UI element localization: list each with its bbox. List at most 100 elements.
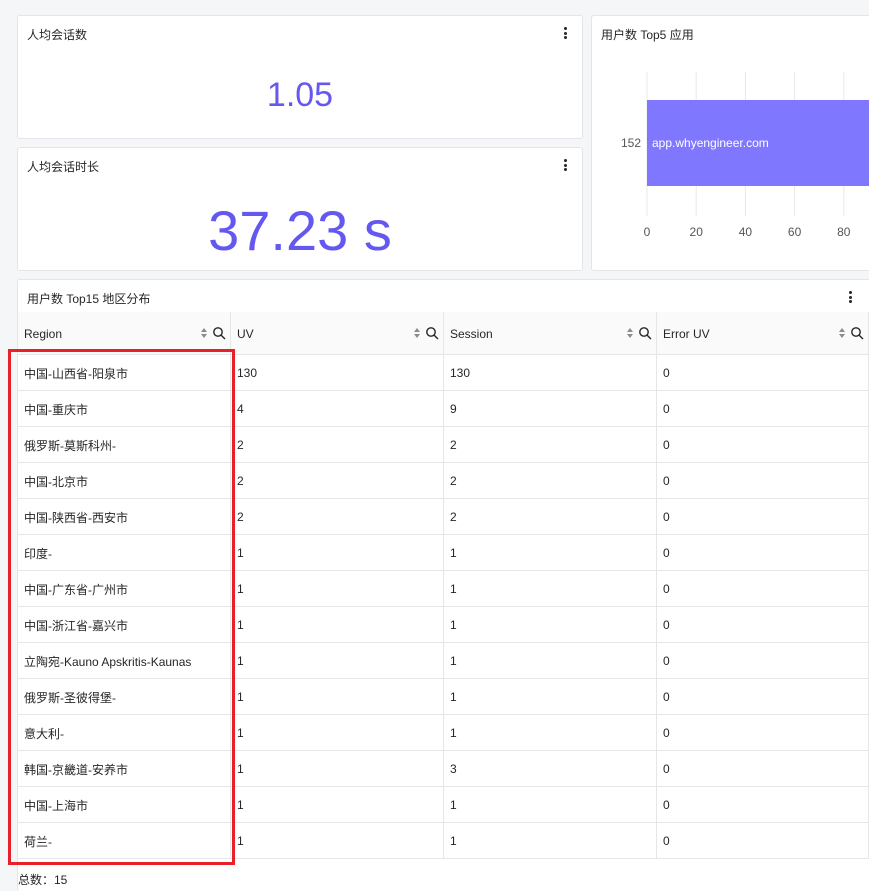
table-row[interactable]: 印度- 1 1 0 — [18, 535, 869, 571]
cell-session: 1 — [444, 715, 657, 751]
cell-session: 1 — [444, 643, 657, 679]
more-vertical-icon[interactable] — [844, 289, 856, 305]
column-header-uv[interactable]: UV — [231, 312, 444, 355]
total-count: 总数：15 — [18, 873, 68, 887]
cell-region: 中国-陕西省-西安市 — [18, 499, 231, 535]
x-tick-label: 40 — [739, 225, 753, 239]
table-row[interactable]: 中国-山西省-阳泉市 130 130 0 — [18, 355, 869, 391]
bar-label: app.whyengineer.com — [652, 136, 769, 150]
table-header: Region UV Session Error UV — [18, 312, 869, 355]
cell-error-uv: 0 — [657, 463, 869, 499]
cell-session: 1 — [444, 571, 657, 607]
cell-uv: 1 — [231, 571, 444, 607]
card-title: 人均会话时长 — [27, 160, 100, 174]
cell-region: 中国-重庆市 — [18, 391, 231, 427]
sort-icon[interactable] — [626, 327, 634, 339]
table-row[interactable]: 中国-陕西省-西安市 2 2 0 — [18, 499, 869, 535]
search-icon[interactable] — [638, 326, 652, 340]
cell-session: 1 — [444, 607, 657, 643]
cell-session: 2 — [444, 427, 657, 463]
cell-uv: 1 — [231, 715, 444, 751]
top-apps-chart-card: 用户数 Top5 应用 0 20 40 60 80 152 app.whyengineer.… — [591, 15, 869, 271]
cell-region: 荷兰- — [18, 823, 231, 859]
cell-error-uv: 0 — [657, 427, 869, 463]
search-icon[interactable] — [850, 326, 864, 340]
cell-region: 俄罗斯-圣彼得堡- — [18, 679, 231, 715]
cell-session: 1 — [444, 823, 657, 859]
cell-session: 2 — [444, 499, 657, 535]
table-row[interactable]: 中国-重庆市 4 9 0 — [18, 391, 869, 427]
card-title: 人均会话数 — [27, 28, 88, 42]
cell-uv: 2 — [231, 427, 444, 463]
cell-session: 1 — [444, 679, 657, 715]
table-row[interactable]: 中国-浙江省-嘉兴市 1 1 0 — [18, 607, 869, 643]
table-row[interactable]: 中国-上海市 1 1 0 — [18, 787, 869, 823]
column-header-label: Session — [450, 326, 493, 341]
table-row[interactable]: 中国-广东省-广州市 1 1 0 — [18, 571, 869, 607]
cell-error-uv: 0 — [657, 787, 869, 823]
x-tick-label: 60 — [788, 225, 802, 239]
cell-region: 俄罗斯-莫斯科州- — [18, 427, 231, 463]
x-tick-label: 0 — [644, 225, 651, 239]
sort-icon[interactable] — [200, 327, 208, 339]
table-row[interactable]: 意大利- 1 1 0 — [18, 715, 869, 751]
avg-sessions-card: 人均会话数 1.05 — [17, 15, 583, 139]
table-row[interactable]: 俄罗斯-圣彼得堡- 1 1 0 — [18, 679, 869, 715]
search-icon[interactable] — [425, 326, 439, 340]
cell-region: 中国-广东省-广州市 — [18, 571, 231, 607]
sort-icon[interactable] — [838, 327, 846, 339]
cell-region: 印度- — [18, 535, 231, 571]
cell-region: 立陶宛-Kauno Apskritis-Kaunas — [18, 643, 231, 679]
cell-session: 9 — [444, 391, 657, 427]
table-row[interactable]: 俄罗斯-莫斯科州- 2 2 0 — [18, 427, 869, 463]
cell-uv: 4 — [231, 391, 444, 427]
top-regions-card: 用户数 Top15 地区分布 Region UV Session Error U… — [17, 279, 869, 891]
column-header-label: UV — [237, 326, 254, 341]
more-vertical-icon[interactable] — [559, 25, 571, 41]
cell-session: 1 — [444, 535, 657, 571]
sort-icon[interactable] — [413, 327, 421, 339]
table-row[interactable]: 荷兰- 1 1 0 — [18, 823, 869, 859]
cell-error-uv: 0 — [657, 643, 869, 679]
cell-session: 3 — [444, 751, 657, 787]
cell-uv: 1 — [231, 679, 444, 715]
cell-region: 韩国-京畿道-安养市 — [18, 751, 231, 787]
column-header-label: Error UV — [663, 326, 710, 341]
column-header-session[interactable]: Session — [444, 312, 657, 355]
cell-error-uv: 0 — [657, 607, 869, 643]
cell-error-uv: 0 — [657, 391, 869, 427]
cell-region: 中国-北京市 — [18, 463, 231, 499]
avg-duration-value: 37.23 s — [208, 199, 392, 262]
avg-duration-card: 人均会话时长 37.23 s — [17, 147, 583, 271]
table-row[interactable]: 立陶宛-Kauno Apskritis-Kaunas 1 1 0 — [18, 643, 869, 679]
column-header-region[interactable]: Region — [18, 312, 231, 355]
cell-region: 中国-浙江省-嘉兴市 — [18, 607, 231, 643]
cell-session: 130 — [444, 355, 657, 391]
cell-uv: 1 — [231, 823, 444, 859]
x-tick-label: 20 — [690, 225, 704, 239]
cell-region: 中国-山西省-阳泉市 — [18, 355, 231, 391]
more-vertical-icon[interactable] — [559, 157, 571, 173]
cell-session: 1 — [444, 787, 657, 823]
top-apps-chart: 0 20 40 60 80 152 app.whyengineer.com — [621, 72, 869, 239]
cell-error-uv: 0 — [657, 751, 869, 787]
avg-sessions-value: 1.05 — [266, 76, 334, 114]
cell-uv: 1 — [231, 643, 444, 679]
table-row[interactable]: 韩国-京畿道-安养市 1 3 0 — [18, 751, 869, 787]
cell-error-uv: 0 — [657, 499, 869, 535]
card-title: 用户数 Top15 地区分布 — [27, 292, 151, 306]
column-header-error-uv[interactable]: Error UV — [657, 312, 869, 355]
cell-uv: 130 — [231, 355, 444, 391]
cell-uv: 1 — [231, 787, 444, 823]
cell-uv: 2 — [231, 499, 444, 535]
cell-uv: 2 — [231, 463, 444, 499]
cell-region: 中国-上海市 — [18, 787, 231, 823]
cell-error-uv: 0 — [657, 715, 869, 751]
cell-error-uv: 0 — [657, 679, 869, 715]
cell-region: 意大利- — [18, 715, 231, 751]
cell-error-uv: 0 — [657, 535, 869, 571]
table-row[interactable]: 中国-北京市 2 2 0 — [18, 463, 869, 499]
y-category-label: 152 — [621, 136, 641, 150]
search-icon[interactable] — [212, 326, 226, 340]
cell-error-uv: 0 — [657, 355, 869, 391]
